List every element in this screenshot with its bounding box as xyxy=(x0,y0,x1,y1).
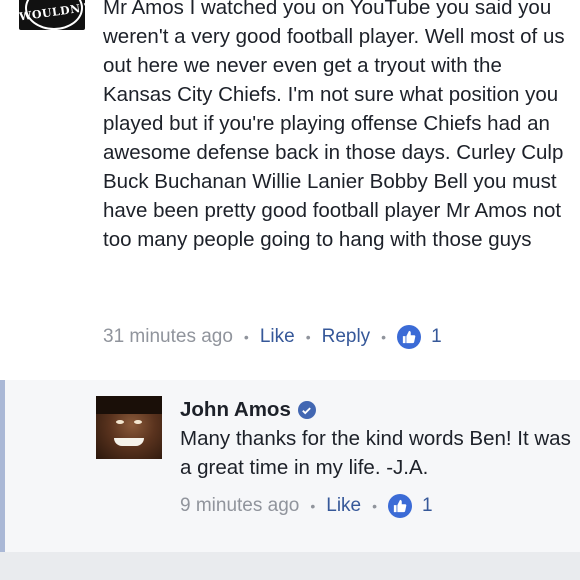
reply-author-row: John Amos xyxy=(180,398,316,422)
verified-check-icon xyxy=(297,401,316,419)
commenter-avatar[interactable]: WOULDN'T xyxy=(19,0,85,30)
avatar-eye xyxy=(116,420,124,424)
avatar-eye xyxy=(134,420,142,424)
reply-meta: 9 minutes ago • Like • 1 xyxy=(180,494,433,518)
reply-button[interactable]: Reply xyxy=(322,326,371,348)
separator-dot: • xyxy=(372,498,378,514)
thumbs-up-icon[interactable] xyxy=(397,325,422,349)
like-count[interactable]: 1 xyxy=(431,326,442,348)
reply-indent-bar xyxy=(0,380,5,552)
thumbs-up-icon[interactable] xyxy=(388,494,413,518)
separator-dot: • xyxy=(310,498,316,514)
bottom-divider xyxy=(0,552,580,580)
separator-dot: • xyxy=(305,329,311,345)
separator-dot: • xyxy=(243,329,249,345)
reply-author-name[interactable]: John Amos xyxy=(180,398,291,422)
reply-timestamp[interactable]: 9 minutes ago xyxy=(180,495,299,517)
avatar-mouth xyxy=(114,438,144,446)
separator-dot: • xyxy=(381,329,387,345)
comment-timestamp[interactable]: 31 minutes ago xyxy=(103,326,233,348)
comment-text: Mr Amos I watched you on YouTube you sai… xyxy=(103,0,565,251)
comment-meta: 31 minutes ago • Like • Reply • 1 xyxy=(103,325,442,349)
like-button[interactable]: Like xyxy=(260,326,295,348)
reply-text: Many thanks for the kind words Ben! It w… xyxy=(180,427,571,479)
reply-avatar[interactable] xyxy=(96,396,162,459)
reply-like-count[interactable]: 1 xyxy=(422,495,433,517)
avatar-hat xyxy=(96,396,162,414)
reply-container: John Amos Many thanks for the kind words… xyxy=(0,380,580,552)
reply-like-button[interactable]: Like xyxy=(326,495,361,517)
